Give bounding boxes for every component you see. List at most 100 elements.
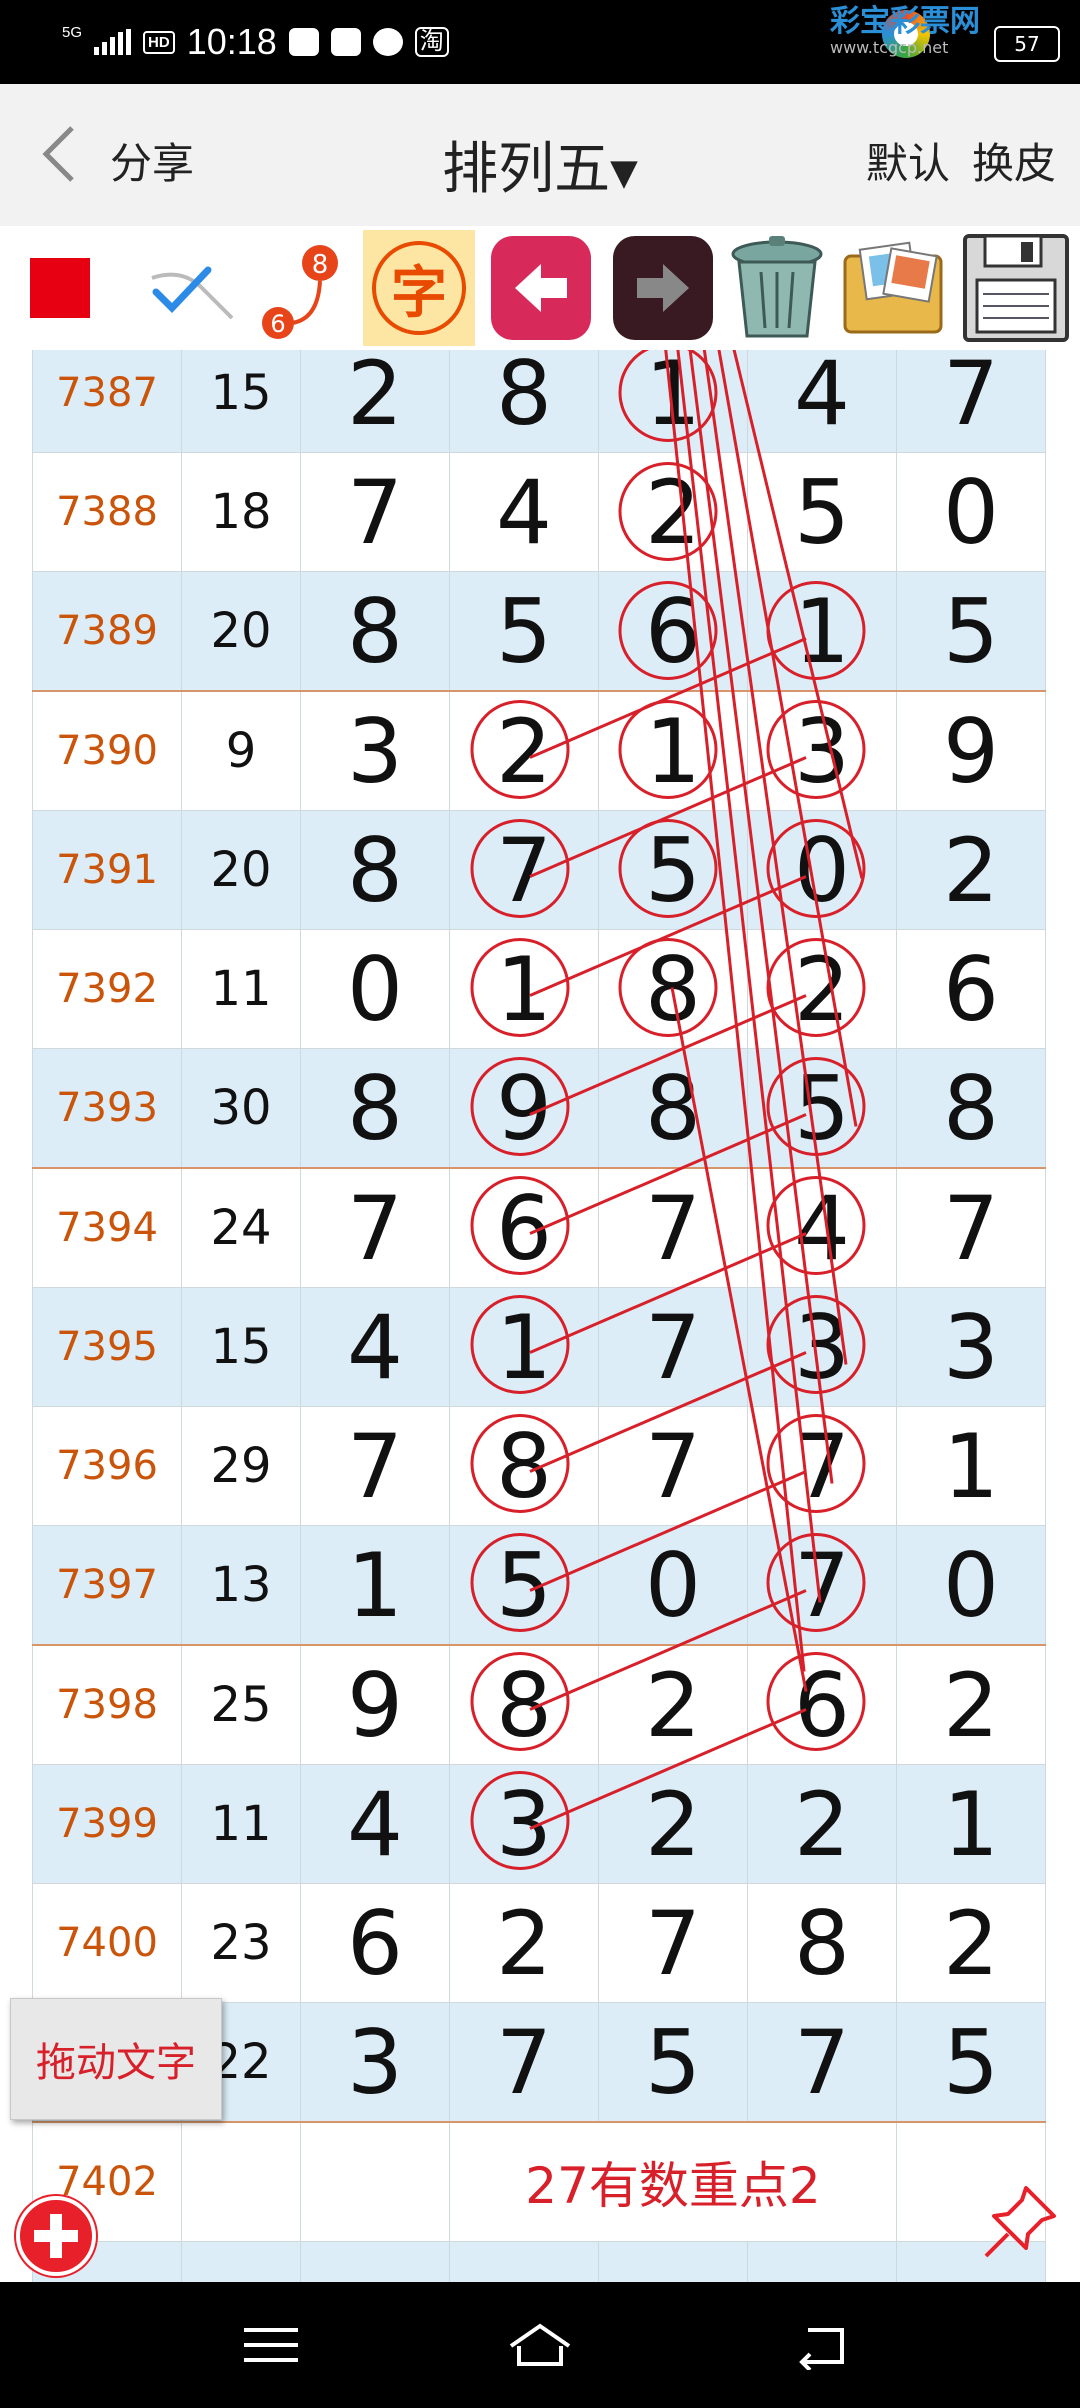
digit-cell[interactable]: 4 bbox=[449, 452, 599, 572]
digit-cell[interactable]: 8 bbox=[449, 350, 599, 453]
back-nav-icon[interactable] bbox=[790, 2320, 860, 2370]
digit-cell[interactable]: 1 bbox=[449, 929, 599, 1049]
digit-cell[interactable]: 3 bbox=[300, 2002, 450, 2123]
digit-cell[interactable]: 1 bbox=[747, 571, 897, 692]
digit-cell[interactable]: 3 bbox=[300, 690, 450, 811]
digit-cell[interactable]: 7 bbox=[747, 1406, 897, 1526]
text-tool-button[interactable]: 字 bbox=[360, 226, 478, 350]
digit-cell[interactable]: 6 bbox=[598, 571, 748, 692]
digit-cell[interactable]: 1 bbox=[896, 1764, 1046, 1884]
digit-cell[interactable]: 8 bbox=[896, 1048, 1046, 1169]
digit-cell[interactable]: 1 bbox=[300, 1525, 450, 1646]
digit-cell[interactable]: 2 bbox=[598, 452, 748, 572]
digit-cell[interactable] bbox=[300, 2241, 450, 2282]
digit-cell[interactable]: 8 bbox=[449, 1644, 599, 1765]
digit-cell[interactable]: 4 bbox=[300, 1287, 450, 1407]
menu-icon[interactable] bbox=[236, 2320, 306, 2370]
digit-cell[interactable]: 8 bbox=[449, 1406, 599, 1526]
digit-cell[interactable]: 5 bbox=[747, 1048, 897, 1169]
digit-cell[interactable]: 2 bbox=[896, 810, 1046, 930]
digit-cell[interactable]: 1 bbox=[598, 690, 748, 811]
digit-cell[interactable]: 6 bbox=[449, 1167, 599, 1288]
digit-cell[interactable]: 4 bbox=[300, 1764, 450, 1884]
default-button[interactable]: 默认 bbox=[866, 130, 950, 191]
digit-cell[interactable]: 5 bbox=[896, 571, 1046, 692]
digit-cell[interactable]: 0 bbox=[896, 1525, 1046, 1646]
digit-cell[interactable]: 1 bbox=[598, 350, 748, 453]
digit-cell[interactable]: 5 bbox=[896, 2002, 1046, 2123]
digit-cell[interactable]: 7 bbox=[449, 2002, 599, 2123]
open-image-button[interactable] bbox=[838, 226, 948, 350]
digit-cell[interactable]: 8 bbox=[300, 571, 450, 692]
digit-cell[interactable] bbox=[598, 2241, 748, 2282]
digit-cell[interactable]: 7 bbox=[747, 1525, 897, 1646]
digit-cell[interactable]: 0 bbox=[598, 1525, 748, 1646]
digit-cell[interactable]: 3 bbox=[896, 1287, 1046, 1407]
digit-cell[interactable]: 8 bbox=[598, 929, 748, 1049]
digit-cell[interactable]: 8 bbox=[300, 810, 450, 930]
digit-cell[interactable]: 3 bbox=[747, 690, 897, 811]
color-picker-button[interactable] bbox=[28, 226, 92, 350]
digit-cell[interactable]: 4 bbox=[747, 1167, 897, 1288]
digit-cell[interactable]: 8 bbox=[300, 1048, 450, 1169]
digit-cell[interactable]: 1 bbox=[449, 1287, 599, 1407]
digit-cell[interactable]: 2 bbox=[449, 690, 599, 811]
clear-button[interactable] bbox=[722, 226, 832, 350]
digit-cell[interactable]: 5 bbox=[449, 1525, 599, 1646]
undo-button[interactable] bbox=[486, 226, 596, 350]
home-icon[interactable] bbox=[505, 2320, 575, 2370]
digit-cell[interactable]: 1 bbox=[896, 1406, 1046, 1526]
digit-cell[interactable] bbox=[747, 2241, 897, 2282]
pin-icon[interactable] bbox=[980, 2182, 1060, 2262]
digit-cell[interactable]: 2 bbox=[449, 1883, 599, 2003]
digit-cell[interactable]: 0 bbox=[747, 810, 897, 930]
digit-cell[interactable]: 8 bbox=[747, 1883, 897, 2003]
digit-cell[interactable]: 5 bbox=[449, 571, 599, 692]
change-skin-button[interactable]: 换皮 bbox=[972, 130, 1056, 191]
digit-cell[interactable]: 0 bbox=[300, 929, 450, 1049]
digit-cell[interactable]: 7 bbox=[449, 810, 599, 930]
line-tool-button[interactable]: 8 6 bbox=[252, 226, 348, 350]
digit-cell[interactable]: 2 bbox=[747, 1764, 897, 1884]
digit-cell[interactable]: 7 bbox=[300, 452, 450, 572]
digit-cell[interactable]: 5 bbox=[598, 810, 748, 930]
digit-cell[interactable]: 7 bbox=[896, 350, 1046, 453]
digit-cell[interactable]: 2 bbox=[896, 1644, 1046, 1765]
digit-cell[interactable]: 7 bbox=[896, 1167, 1046, 1288]
digit-cell[interactable]: 9 bbox=[896, 690, 1046, 811]
digit-cell[interactable]: 4 bbox=[747, 350, 897, 453]
issue-number: 7390 bbox=[32, 690, 182, 811]
digit-cell[interactable]: 7 bbox=[300, 1406, 450, 1526]
pen-tool-button[interactable] bbox=[140, 226, 240, 350]
digit-cell[interactable]: 7 bbox=[747, 2002, 897, 2123]
digit-cell[interactable]: 6 bbox=[300, 1883, 450, 2003]
digit-cell[interactable] bbox=[300, 2121, 450, 2242]
digit-cell[interactable]: 2 bbox=[598, 1764, 748, 1884]
digit-cell[interactable]: 9 bbox=[449, 1048, 599, 1169]
digit-cell[interactable]: 2 bbox=[896, 1883, 1046, 2003]
digit-cell[interactable] bbox=[449, 2241, 599, 2282]
digit-cell[interactable]: 2 bbox=[598, 1644, 748, 1765]
digit-cell[interactable]: 6 bbox=[896, 929, 1046, 1049]
digit-cell[interactable]: 2 bbox=[300, 350, 450, 453]
digit-cell[interactable]: 7 bbox=[598, 1287, 748, 1407]
digit-cell[interactable]: 7 bbox=[598, 1883, 748, 2003]
add-icon[interactable] bbox=[16, 2196, 96, 2276]
digit-cell[interactable]: 2 bbox=[747, 929, 897, 1049]
digit-cell[interactable]: 7 bbox=[300, 1167, 450, 1288]
drag-text-button[interactable]: 拖动文字 bbox=[10, 1998, 222, 2120]
digit-cell[interactable]: 9 bbox=[300, 1644, 450, 1765]
redo-button[interactable] bbox=[608, 226, 718, 350]
sum-value: 20 bbox=[181, 571, 301, 692]
digit-cell[interactable]: 3 bbox=[747, 1287, 897, 1407]
digit-cell[interactable]: 7 bbox=[598, 1167, 748, 1288]
digit-cell[interactable]: 7 bbox=[598, 1406, 748, 1526]
digit-cell[interactable]: 3 bbox=[449, 1764, 599, 1884]
digit-cell[interactable]: 5 bbox=[598, 2002, 748, 2123]
digit-cell[interactable]: 8 bbox=[598, 1048, 748, 1169]
digit-cell[interactable]: 6 bbox=[747, 1644, 897, 1765]
lottery-chart-area[interactable]: 7387 15 2 8 1 4 7 7388 18 7 4 2 5 0 7389 20 8 5 6 1 5 7390 9 3 2… bbox=[32, 350, 1046, 2282]
save-button[interactable] bbox=[958, 226, 1074, 350]
digit-cell[interactable]: 0 bbox=[896, 452, 1046, 572]
digit-cell[interactable]: 5 bbox=[747, 452, 897, 572]
